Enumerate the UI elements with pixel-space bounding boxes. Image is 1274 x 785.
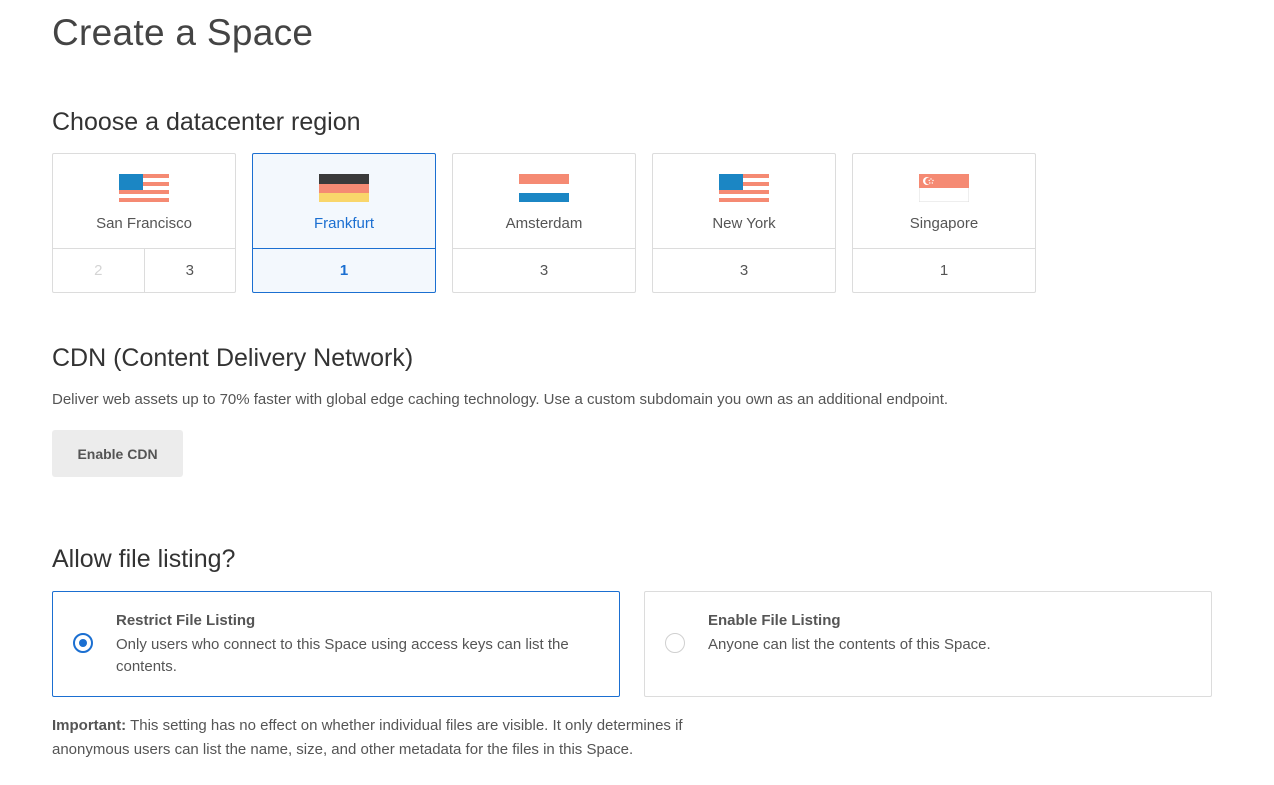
- region-card-singapore[interactable]: Singapore 1: [852, 153, 1036, 293]
- singapore-flag-icon: [919, 174, 969, 202]
- cdn-heading: CDN (Content Delivery Network): [52, 344, 414, 372]
- datacenter-option[interactable]: 1: [253, 249, 435, 292]
- region-card-header: Singapore: [853, 154, 1035, 249]
- region-card-san-francisco[interactable]: San Francisco 2 3: [52, 153, 236, 293]
- datacenter-list: 2 3: [53, 249, 235, 292]
- region-card-header: San Francisco: [53, 154, 235, 249]
- datacenter-option: 2: [94, 262, 103, 279]
- important-note: Important: This setting has no effect on…: [52, 714, 732, 762]
- datacenter-list: 3: [453, 249, 635, 292]
- enable-cdn-button[interactable]: Enable CDN: [52, 430, 183, 477]
- option-title: Restrict File Listing: [116, 612, 256, 629]
- important-text: This setting has no effect on whether in…: [52, 717, 683, 758]
- region-name: New York: [712, 215, 776, 232]
- cdn-description: Deliver web assets up to 70% faster with…: [52, 391, 949, 408]
- radio-button[interactable]: [665, 633, 685, 653]
- region-card-amsterdam[interactable]: Amsterdam 3: [452, 153, 636, 293]
- file-listing-heading: Allow file listing?: [52, 545, 236, 573]
- region-list: San Francisco 2 3 Frankfurt 1 Amsterdam …: [52, 153, 1052, 293]
- region-name: San Francisco: [96, 215, 192, 232]
- important-label: Important:: [52, 717, 127, 734]
- germany-flag-icon: [319, 174, 369, 202]
- enable-file-listing-option[interactable]: Enable File Listing Anyone can list the …: [644, 591, 1212, 697]
- us-flag-icon: [119, 174, 169, 202]
- region-card-frankfurt[interactable]: Frankfurt 1: [252, 153, 436, 293]
- netherlands-flag-icon: [519, 174, 569, 202]
- datacenter-option[interactable]: 1: [853, 249, 1035, 292]
- datacenter-option[interactable]: 3: [143, 249, 236, 292]
- region-card-header: Frankfurt: [253, 154, 435, 249]
- option-description: Only users who connect to this Space usi…: [116, 636, 569, 675]
- region-name: Singapore: [909, 215, 979, 232]
- option-title: Enable File Listing: [708, 612, 841, 629]
- region-card-new-york[interactable]: New York 3: [652, 153, 836, 293]
- datacenter-list: 3: [653, 249, 835, 292]
- datacenter-option[interactable]: 3: [453, 249, 635, 292]
- region-heading: Choose a datacenter region: [52, 108, 361, 136]
- region-card-header: Amsterdam: [453, 154, 635, 249]
- region-name: Amsterdam: [505, 215, 583, 232]
- datacenter-option[interactable]: 3: [653, 249, 835, 292]
- restrict-file-listing-option[interactable]: Restrict File Listing Only users who con…: [52, 591, 620, 697]
- datacenter-list: 1: [253, 249, 435, 292]
- radio-button-checked[interactable]: [73, 633, 93, 653]
- option-description: Anyone can list the contents of this Spa…: [708, 636, 991, 653]
- page-title: Create a Space: [52, 12, 314, 53]
- datacenter-list: 1: [853, 249, 1035, 292]
- region-name: Frankfurt: [313, 215, 374, 232]
- us-flag-icon: [719, 174, 769, 202]
- region-card-header: New York: [653, 154, 835, 249]
